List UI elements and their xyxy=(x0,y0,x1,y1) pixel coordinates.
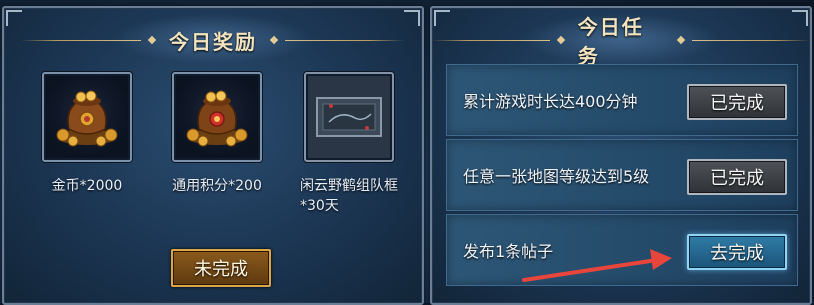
reward-item-team-frame[interactable]: 闲云野鹤组队框 *30天 xyxy=(296,72,402,216)
point-coin-sack-icon xyxy=(186,90,248,147)
reward-item-gold[interactable]: 金币*2000 xyxy=(39,72,135,196)
rewards-title-row: 今日奖励 xyxy=(4,22,422,58)
tasks-title-row: 今日任务 xyxy=(432,15,810,68)
task-label: 累计游戏时长达400分钟 xyxy=(463,92,638,111)
tasks-title: 今日任务 xyxy=(577,15,644,68)
task-row-playtime: 累计游戏时长达400分钟 已完成 xyxy=(446,64,798,136)
task-go-complete-button[interactable]: 去完成 xyxy=(687,234,787,270)
title-divider xyxy=(432,39,550,41)
diamond-ornament-icon xyxy=(676,35,686,45)
task-completed-button[interactable]: 已完成 xyxy=(687,159,787,195)
daily-rewards-panel: 今日奖励 金币*2000 通用积分*200 闲云野鹤组队框 *30天 未完成 xyxy=(2,6,424,305)
diamond-ornament-icon xyxy=(556,35,566,45)
title-divider xyxy=(285,39,405,41)
title-divider xyxy=(692,39,810,41)
reward-name: 金币*2000 xyxy=(51,178,123,194)
task-label: 任意一张地图等级达到5级 xyxy=(463,167,650,186)
reward-icon-frame xyxy=(42,72,132,162)
gold-coin-sack-icon xyxy=(56,90,118,147)
reward-icon-frame xyxy=(172,72,262,162)
diamond-ornament-icon xyxy=(269,35,279,45)
reward-item-points[interactable]: 通用积分*200 xyxy=(169,72,265,196)
unfinished-status-button[interactable]: 未完成 xyxy=(171,249,271,287)
reward-name: 闲云野鹤组队框 *30天 xyxy=(300,178,398,214)
rewards-title: 今日奖励 xyxy=(169,29,257,54)
reward-icon-frame xyxy=(304,72,394,162)
diamond-ornament-icon xyxy=(147,35,157,45)
team-frame-icon xyxy=(316,97,382,137)
reward-name: 通用积分*200 xyxy=(172,178,262,194)
task-completed-button[interactable]: 已完成 xyxy=(687,84,787,120)
daily-tasks-panel: 今日任务 累计游戏时长达400分钟 已完成 任意一张地图等级达到5级 已完成 发… xyxy=(430,6,812,305)
task-row-map-level: 任意一张地图等级达到5级 已完成 xyxy=(446,139,798,211)
task-label: 发布1条帖子 xyxy=(463,242,554,261)
title-divider xyxy=(21,39,141,41)
task-row-post: 发布1条帖子 去完成 xyxy=(446,214,798,286)
